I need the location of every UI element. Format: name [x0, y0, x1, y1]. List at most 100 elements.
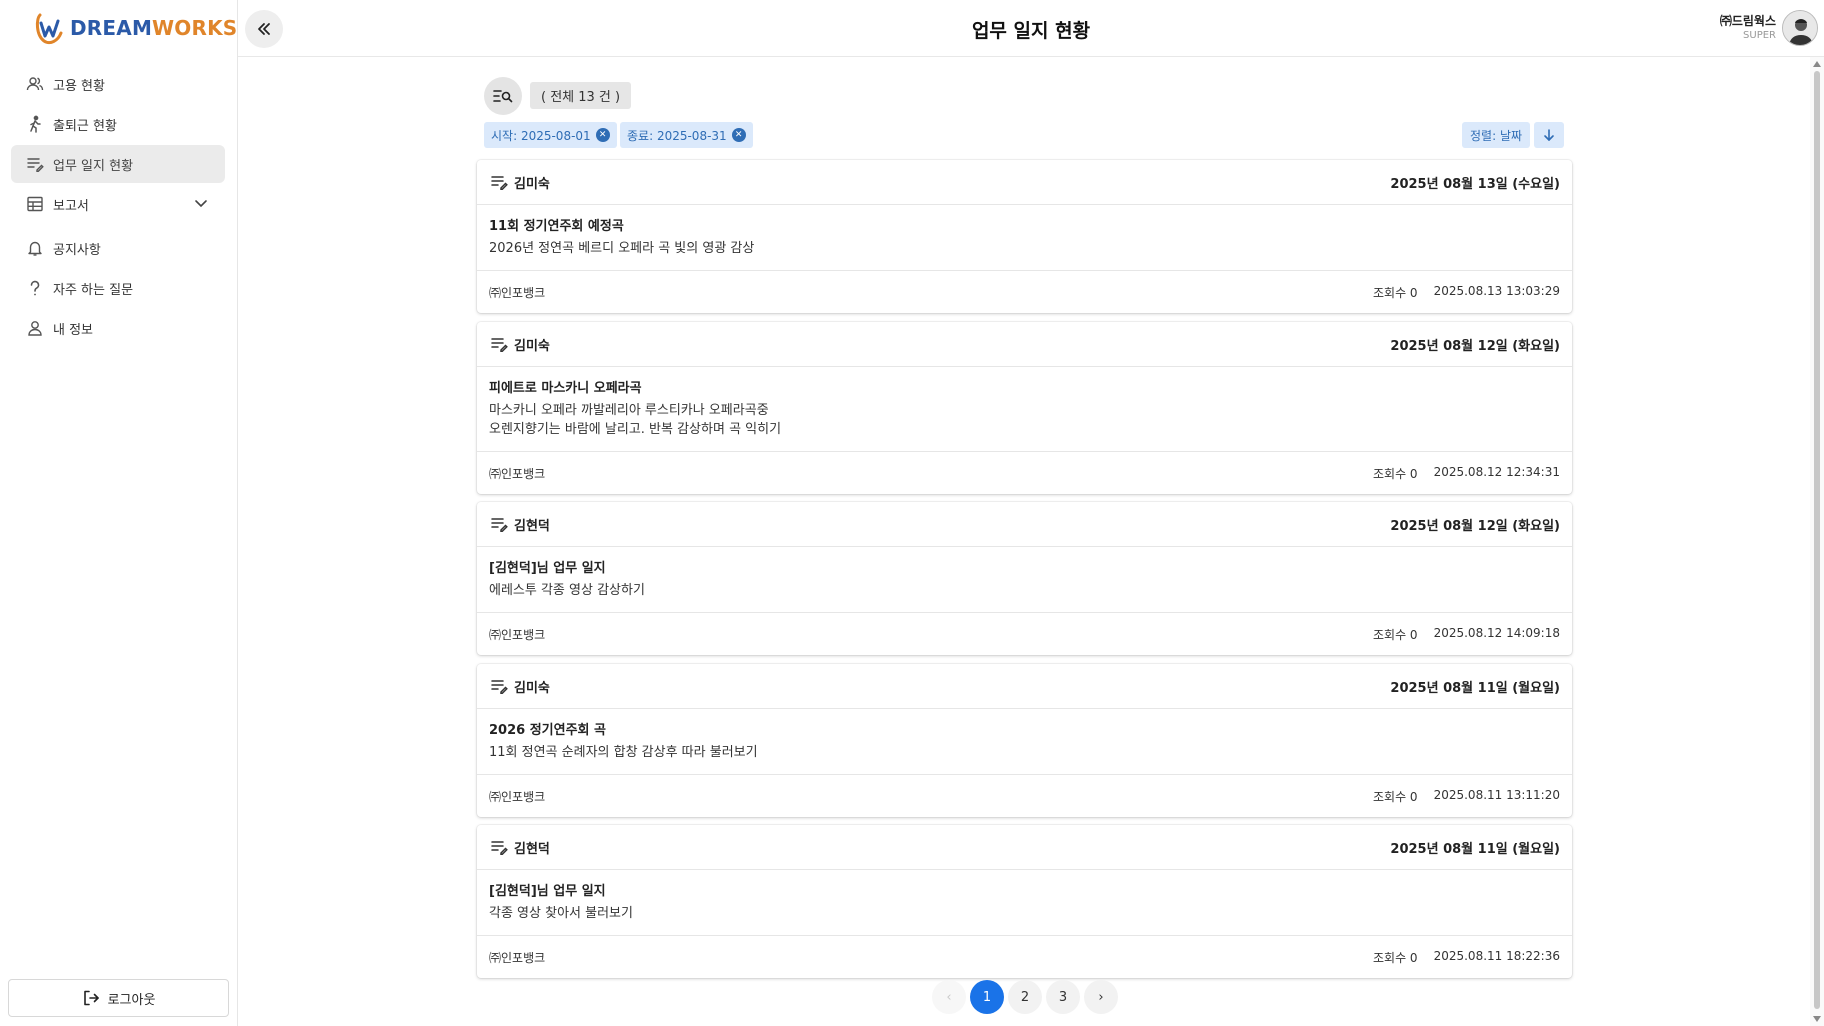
card-header: 김현덕 2025년 08월 12일 (화요일): [477, 502, 1572, 547]
work-log-card[interactable]: 김미숙 2025년 08월 12일 (화요일) 피에트로 마스카니 오페라곡 마…: [477, 322, 1572, 494]
sidebar-item-employment[interactable]: 고용 현황: [11, 65, 225, 103]
close-icon[interactable]: ✕: [595, 128, 610, 142]
scroll-down-arrow-icon[interactable]: [1813, 1016, 1821, 1022]
logo-text-dream: DREAM: [70, 16, 153, 40]
sort-direction-button[interactable]: [1534, 122, 1564, 148]
card-timestamp: 2025.08.11 13:11:20: [1433, 787, 1560, 802]
card-author: 김미숙: [490, 677, 550, 696]
search-filter-button[interactable]: [484, 77, 522, 115]
user-menu[interactable]: ㈜드림웍스 SUPER: [1720, 10, 1824, 46]
card-body: 피에트로 마스카니 오페라곡 마스카니 오페라 까발레리아 루스티카나 오페라곡…: [477, 367, 1572, 452]
card-title: 11회 정기연주회 예정곡: [489, 219, 624, 234]
card-views: 조회수 0: [1373, 789, 1418, 804]
bell-icon: [25, 238, 45, 258]
page-button-3[interactable]: 3: [1046, 980, 1080, 1014]
card-views: 조회수 0: [1373, 627, 1418, 642]
sidebar-item-label: 고용 현황: [53, 78, 105, 94]
logo-text: DREAMWORKS: [70, 16, 237, 40]
card-meta: 조회수 0 2025.08.12 12:34:31: [1373, 465, 1560, 482]
card-company: ㈜인포뱅크: [489, 466, 546, 481]
vertical-scrollbar[interactable]: [1810, 57, 1824, 1026]
sidebar-item-label: 출퇴근 현황: [53, 118, 117, 134]
work-log-card[interactable]: 김미숙 2025년 08월 13일 (수요일) 11회 정기연주회 예정곡 20…: [477, 160, 1572, 313]
close-icon[interactable]: ✕: [731, 128, 746, 142]
scroll-up-arrow-icon[interactable]: [1813, 61, 1821, 67]
sidebar-item-my-info[interactable]: 내 정보: [11, 309, 225, 347]
card-timestamp: 2025.08.13 13:03:29: [1433, 283, 1560, 298]
page-title: 업무 일지 현황: [971, 20, 1091, 42]
edit-list-icon: [491, 176, 508, 191]
card-views: 조회수 0: [1373, 285, 1418, 300]
sidebar-item-reports[interactable]: 보고서: [11, 185, 225, 223]
card-timestamp: 2025.08.12 14:09:18: [1433, 625, 1560, 640]
filter-chip-label: 시작: 2025-08-01: [491, 128, 591, 143]
arrow-down-icon: [1544, 129, 1554, 141]
card-author-name: 김미숙: [514, 680, 550, 696]
sort-button[interactable]: 정렬: 날짜: [1462, 122, 1531, 148]
sidebar-item-work-log[interactable]: 업무 일지 현황: [11, 145, 225, 183]
sidebar-item-label: 공지사항: [53, 242, 101, 258]
search-list-icon: [493, 90, 513, 103]
card-footer: ㈜인포뱅크 조회수 0 2025.08.12 14:09:18: [477, 613, 1572, 655]
card-meta: 조회수 0 2025.08.12 14:09:18: [1373, 626, 1560, 643]
sidebar-item-label: 업무 일지 현황: [53, 158, 134, 174]
card-author-name: 김미숙: [514, 338, 550, 354]
card-content: 각종 영상 찾아서 불러보기: [489, 906, 633, 921]
edit-list-icon: [25, 154, 45, 174]
avatar[interactable]: [1782, 10, 1818, 46]
sidebar-item-attendance[interactable]: 출퇴근 현황: [11, 105, 225, 143]
sidebar-item-notices[interactable]: 공지사항: [11, 229, 225, 267]
card-header: 김미숙 2025년 08월 11일 (월요일): [477, 664, 1572, 709]
card-header: 김미숙 2025년 08월 13일 (수요일): [477, 160, 1572, 205]
card-timestamp: 2025.08.12 12:34:31: [1433, 464, 1560, 479]
card-author-name: 김현덕: [514, 518, 550, 534]
filter-chip-start[interactable]: 시작: 2025-08-01 ✕: [484, 122, 617, 148]
card-author: 김미숙: [490, 335, 550, 354]
chevron-down-icon[interactable]: [193, 195, 209, 211]
card-company: ㈜인포뱅크: [489, 789, 546, 804]
card-date: 2025년 08월 13일 (수요일): [1390, 176, 1560, 192]
filter-chip-end[interactable]: 종료: 2025-08-31 ✕: [620, 122, 753, 148]
user-role: SUPER: [1743, 30, 1776, 41]
card-meta: 조회수 0 2025.08.11 18:22:36: [1373, 949, 1560, 966]
sidebar-item-label: 보고서: [53, 198, 89, 214]
card-footer: ㈜인포뱅크 조회수 0 2025.08.11 18:22:36: [477, 936, 1572, 978]
prev-page-button[interactable]: ‹: [932, 980, 966, 1014]
total-count-badge: ( 전체 13 건 ): [530, 82, 632, 109]
question-icon: [25, 278, 45, 298]
next-page-button[interactable]: ›: [1084, 980, 1118, 1014]
card-content: 에레스투 각종 영상 감상하기: [489, 583, 645, 598]
logout-button[interactable]: 로그아웃: [8, 979, 229, 1017]
work-log-card[interactable]: 김현덕 2025년 08월 12일 (화요일) [김현덕]님 업무 일지 에레스…: [477, 502, 1572, 655]
brand-logo[interactable]: DREAMWORKS: [34, 9, 237, 47]
card-company: ㈜인포뱅크: [489, 285, 546, 300]
card-header: 김현덕 2025년 08월 11일 (월요일): [477, 825, 1572, 870]
work-log-card[interactable]: 김미숙 2025년 08월 11일 (월요일) 2026 정기연주회 곡 11회…: [477, 664, 1572, 817]
card-author: 김현덕: [490, 838, 550, 857]
card-content: 마스카니 오페라 까발레리아 루스티카나 오페라곡중 오렌지향기는 바람에 날리…: [489, 403, 782, 437]
card-date: 2025년 08월 11일 (월요일): [1390, 841, 1560, 857]
page-button-2[interactable]: 2: [1008, 980, 1042, 1014]
card-body: [김현덕]님 업무 일지 에레스투 각종 영상 감상하기: [477, 547, 1572, 613]
work-log-card[interactable]: 김현덕 2025년 08월 11일 (월요일) [김현덕]님 업무 일지 각종 …: [477, 825, 1572, 978]
scrollbar-thumb[interactable]: [1814, 71, 1820, 1009]
card-date: 2025년 08월 12일 (화요일): [1390, 338, 1560, 354]
edit-list-icon: [491, 841, 508, 856]
page-button-1[interactable]: 1: [970, 980, 1004, 1014]
card-author-name: 김현덕: [514, 841, 550, 857]
card-footer: ㈜인포뱅크 조회수 0 2025.08.11 13:11:20: [477, 775, 1572, 817]
logo-text-works: WORKS: [152, 16, 238, 40]
app: DREAMWORKS 고용 현황 출퇴근 현황 업무 일지 현황 보고서 공지사…: [0, 0, 1824, 1026]
card-title: 2026 정기연주회 곡: [489, 723, 606, 738]
card-author: 김미숙: [490, 173, 550, 192]
card-content: 2026년 정연곡 베르디 오페라 곡 빛의 영광 감상: [489, 241, 755, 256]
sidebar-item-faq[interactable]: 자주 하는 질문: [11, 269, 225, 307]
card-timestamp: 2025.08.11 18:22:36: [1433, 948, 1560, 963]
card-content: 11회 정연곡 순례자의 합창 감상후 따라 불러보기: [489, 745, 758, 760]
user-text: ㈜드림웍스 SUPER: [1720, 13, 1776, 43]
logout-label: 로그아웃: [107, 992, 156, 1008]
card-body: [김현덕]님 업무 일지 각종 영상 찾아서 불러보기: [477, 870, 1572, 936]
card-author: 김현덕: [490, 515, 550, 534]
top-header: 업무 일지 현황 ㈜드림웍스 SUPER: [238, 0, 1824, 57]
pagination: ‹ 1 2 3 ›: [932, 980, 1118, 1014]
